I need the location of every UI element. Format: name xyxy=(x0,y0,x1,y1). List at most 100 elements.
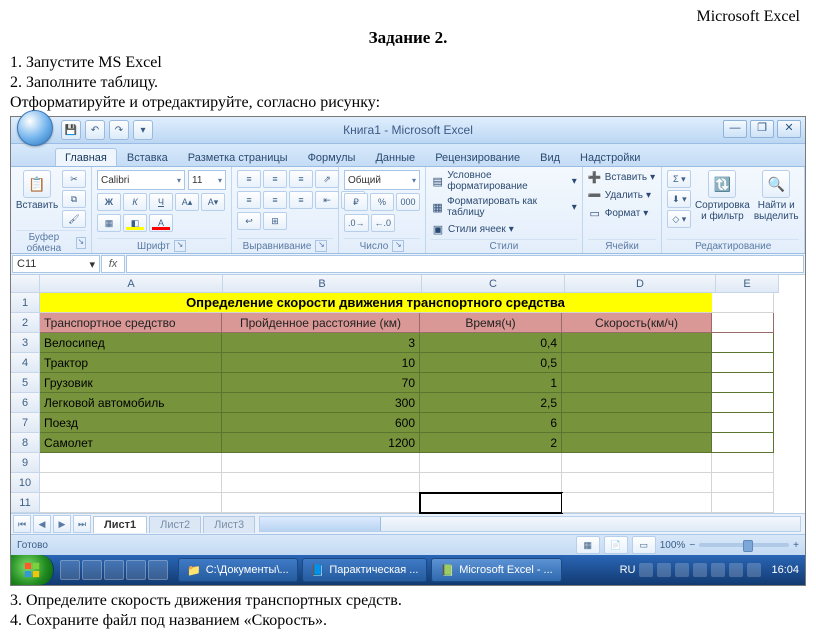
align-launcher[interactable]: ↘ xyxy=(315,240,327,252)
tab-review[interactable]: Рецензирование xyxy=(425,148,530,166)
tab-data[interactable]: Данные xyxy=(365,148,425,166)
select-all-corner[interactable] xyxy=(11,275,40,293)
row-header-11[interactable]: 11 xyxy=(11,493,40,513)
cell-b3[interactable]: 3 xyxy=(222,333,420,353)
cell-b9[interactable] xyxy=(222,453,420,473)
cell-b7[interactable]: 600 xyxy=(222,413,420,433)
align-bottom[interactable]: ≡ xyxy=(289,170,313,188)
cell-styles[interactable]: ▣Стили ячеек ▾ xyxy=(431,222,577,236)
ql-2[interactable] xyxy=(82,560,102,580)
cell-b10[interactable] xyxy=(222,473,420,493)
cell-b5[interactable]: 70 xyxy=(222,373,420,393)
tray-icon-5[interactable] xyxy=(711,563,725,577)
fill-button[interactable]: ⬇ ▾ xyxy=(667,190,691,208)
formula-input[interactable] xyxy=(126,255,804,273)
align-center[interactable]: ≡ xyxy=(263,191,287,209)
start-button[interactable] xyxy=(11,555,54,585)
row-header-10[interactable]: 10 xyxy=(11,473,40,493)
view-break[interactable]: ▭ xyxy=(632,536,656,554)
clock[interactable]: 16:04 xyxy=(765,564,799,576)
italic-button[interactable]: К xyxy=(123,193,147,211)
col-header-e[interactable]: E xyxy=(716,275,779,293)
fill-color-button[interactable]: ◧ xyxy=(123,214,147,232)
ql-3[interactable] xyxy=(104,560,124,580)
align-right[interactable]: ≡ xyxy=(289,191,313,209)
cell-d3[interactable] xyxy=(562,333,712,353)
cell-d7[interactable] xyxy=(562,413,712,433)
tray-icon-1[interactable] xyxy=(639,563,653,577)
tab-nav-first[interactable]: ⏮ xyxy=(13,515,31,533)
cell-c6[interactable]: 2,5 xyxy=(420,393,562,413)
cell-c5[interactable]: 1 xyxy=(420,373,562,393)
view-layout[interactable]: 📄 xyxy=(604,536,628,554)
cell-e10[interactable] xyxy=(712,473,774,493)
col-header-a[interactable]: A xyxy=(40,275,223,293)
tray-icon-4[interactable] xyxy=(693,563,707,577)
sheet-title-cell[interactable]: Определение скорости движения транспортн… xyxy=(40,293,712,313)
sort-filter[interactable]: 🔃 Сортировка и фильтр xyxy=(695,170,749,222)
cell-e2[interactable] xyxy=(712,313,774,333)
row-header-1[interactable]: 1 xyxy=(11,293,40,313)
cell-a5[interactable]: Грузовик xyxy=(40,373,222,393)
cell-e5[interactable] xyxy=(712,373,774,393)
cell-c4[interactable]: 0,5 xyxy=(420,353,562,373)
cell-c7[interactable]: 6 xyxy=(420,413,562,433)
cell-e3[interactable] xyxy=(712,333,774,353)
cell-a4[interactable]: Трактор xyxy=(40,353,222,373)
cell-d11[interactable] xyxy=(562,493,712,513)
fx-label[interactable]: fx xyxy=(101,255,125,273)
row-header-6[interactable]: 6 xyxy=(11,393,40,413)
cell-e6[interactable] xyxy=(712,393,774,413)
font-color-button[interactable]: A xyxy=(149,214,173,232)
tray-icon-6[interactable] xyxy=(729,563,743,577)
format-cells[interactable]: ▭Формат ▾ xyxy=(588,206,657,220)
cell-e7[interactable] xyxy=(712,413,774,433)
row-header-4[interactable]: 4 xyxy=(11,353,40,373)
cell-e1[interactable] xyxy=(712,293,774,313)
inc-decimal[interactable]: .0→ xyxy=(344,214,369,232)
cell-a10[interactable] xyxy=(40,473,222,493)
row-header-8[interactable]: 8 xyxy=(11,433,40,453)
view-normal[interactable]: ▦ xyxy=(576,536,600,554)
cell-c9[interactable] xyxy=(420,453,562,473)
orientation[interactable]: ⇗ xyxy=(315,170,339,188)
cell-d8[interactable] xyxy=(562,433,712,453)
dec-decimal[interactable]: ←.0 xyxy=(371,214,396,232)
cell-d5[interactable] xyxy=(562,373,712,393)
cell-a3[interactable]: Велосипед xyxy=(40,333,222,353)
paste-button[interactable]: 📋 Вставить xyxy=(16,170,58,211)
insert-cells[interactable]: ➕Вставить ▾ xyxy=(588,170,657,184)
row-header-9[interactable]: 9 xyxy=(11,453,40,473)
horizontal-scrollbar[interactable] xyxy=(259,516,801,532)
ql-4[interactable] xyxy=(126,560,146,580)
copy-button[interactable]: ⧉ xyxy=(62,190,86,208)
format-as-table[interactable]: ▦Форматировать как таблицу ▾ xyxy=(431,196,577,218)
cell-e4[interactable] xyxy=(712,353,774,373)
indent-dec[interactable]: ⇤ xyxy=(315,191,339,209)
delete-cells[interactable]: ➖Удалить ▾ xyxy=(588,188,657,202)
percent-button[interactable]: % xyxy=(370,193,394,211)
tab-view[interactable]: Вид xyxy=(530,148,570,166)
row-header-3[interactable]: 3 xyxy=(11,333,40,353)
align-middle[interactable]: ≡ xyxy=(263,170,287,188)
font-size-dropdown[interactable]: 11▾ xyxy=(188,170,226,190)
cell-c3[interactable]: 0,4 xyxy=(420,333,562,353)
clipboard-launcher[interactable]: ↘ xyxy=(76,237,86,249)
tab-layout[interactable]: Разметка страницы xyxy=(178,148,298,166)
maximize-button[interactable]: ❐ xyxy=(750,120,774,138)
ql-5[interactable] xyxy=(148,560,168,580)
tray-icon-7[interactable] xyxy=(747,563,761,577)
task-explorer[interactable]: 📁C:\Документы\... xyxy=(178,558,298,582)
cell-a11[interactable] xyxy=(40,493,222,513)
tray-icon-3[interactable] xyxy=(675,563,689,577)
zoom-in[interactable]: + xyxy=(793,540,799,551)
merge-center[interactable]: ⊞ xyxy=(263,212,287,230)
zoom-knob[interactable] xyxy=(743,540,753,552)
underline-button[interactable]: Ч xyxy=(149,193,173,211)
col-header-b[interactable]: B xyxy=(223,275,422,293)
bold-button[interactable]: Ж xyxy=(97,193,121,211)
row-header-7[interactable]: 7 xyxy=(11,413,40,433)
tab-nav-next[interactable]: ▶ xyxy=(53,515,71,533)
cell-a6[interactable]: Легковой автомобиль xyxy=(40,393,222,413)
conditional-formatting[interactable]: ▤Условное форматирование ▾ xyxy=(431,170,577,192)
